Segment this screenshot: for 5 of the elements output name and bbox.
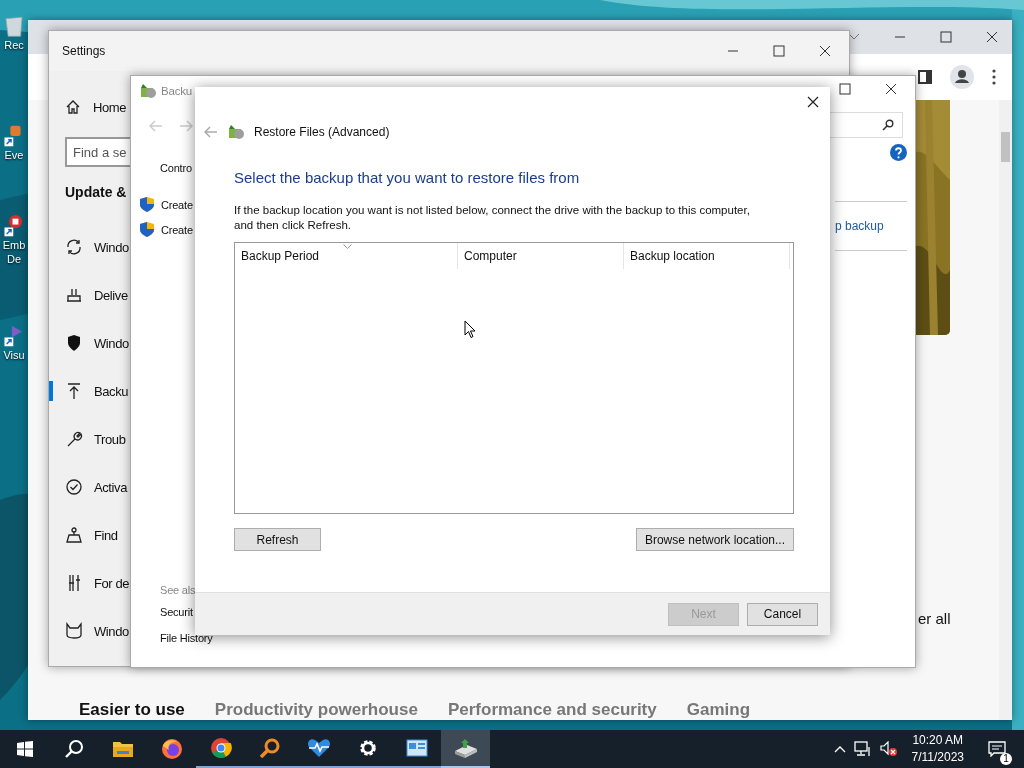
time-text: 10:20 AM bbox=[912, 732, 964, 749]
clock[interactable]: 10:20 AM 7/11/2023 bbox=[905, 732, 974, 766]
date-text: 7/11/2023 bbox=[911, 749, 964, 766]
notification-button[interactable]: 1 bbox=[982, 730, 1012, 768]
notification-badge: 1 bbox=[1000, 753, 1012, 765]
